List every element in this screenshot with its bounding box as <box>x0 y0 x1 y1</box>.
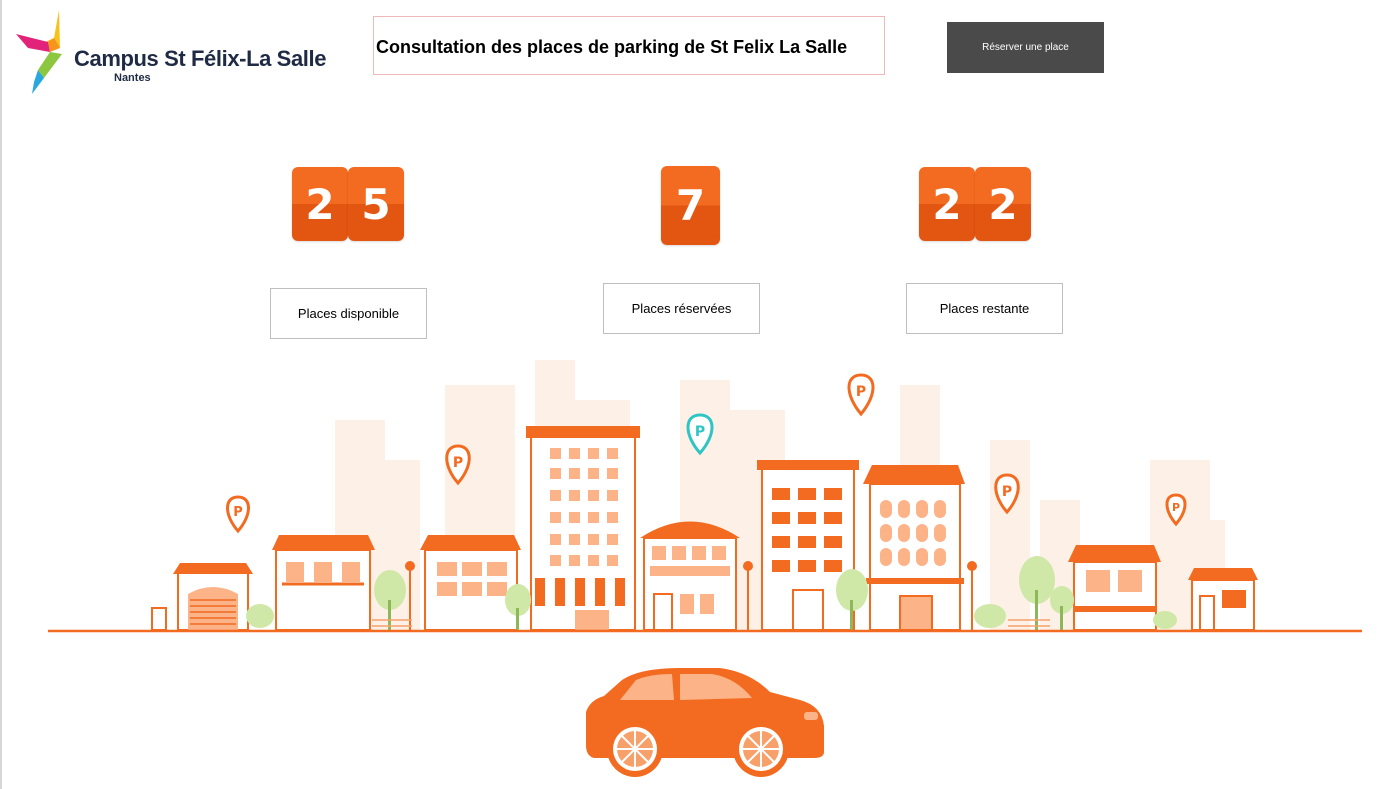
pin-letter: P <box>856 384 866 400</box>
pin-letter: P <box>453 455 463 471</box>
available-places-label: Places disponible <box>270 288 427 339</box>
logo-name: Campus St Félix-La Salle <box>74 46 327 71</box>
pin-letter: P <box>233 505 243 520</box>
office-building <box>863 465 965 631</box>
house-building <box>272 535 375 631</box>
counter-digit: 2 <box>975 167 1031 241</box>
car-icon <box>586 668 824 777</box>
counter-digit: 7 <box>661 166 720 245</box>
garage-building <box>151 563 253 631</box>
counter-digit: 5 <box>348 167 404 241</box>
parking-pin-icon: P <box>847 373 875 417</box>
house-building <box>420 535 521 631</box>
pin-letter: P <box>1172 501 1180 514</box>
city-illustration: P P P P P P <box>48 360 1362 777</box>
reserved-places-label: Places réservées <box>603 283 760 334</box>
available-counter: 2 5 <box>292 167 404 241</box>
counter-digit: 2 <box>292 167 348 241</box>
reserve-place-button[interactable]: Réserver une place <box>947 22 1104 73</box>
reserved-counter: 7 <box>661 166 720 245</box>
page-title-box: Consultation des places de parking de St… <box>373 16 885 75</box>
parking-pin-icon: P <box>226 495 250 534</box>
pin-letter: P <box>1002 484 1012 500</box>
house-building <box>1068 545 1161 631</box>
shop-building <box>640 521 740 631</box>
tower-building <box>526 426 640 631</box>
small-house-building <box>1188 568 1258 631</box>
car-wheel-left <box>607 721 663 777</box>
car-wheel-right <box>733 721 789 777</box>
page-title: Consultation des places de parking de St… <box>376 37 848 57</box>
campus-logo: Campus St Félix-La Salle Nantes <box>14 8 326 100</box>
pin-letter: P <box>695 424 705 440</box>
counter-digit: 2 <box>919 167 975 241</box>
remaining-places-label: Places restante <box>906 283 1063 334</box>
logo-city: Nantes <box>114 72 151 84</box>
remaining-counter: 2 2 <box>919 167 1031 241</box>
